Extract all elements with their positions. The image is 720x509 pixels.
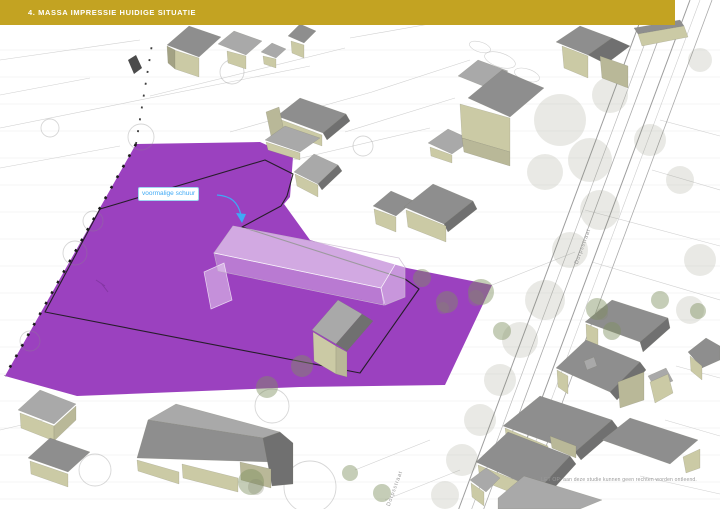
title-banner: 4. MASSA IMPRESSIE HUIDIGE SITUATIE [0, 0, 675, 25]
scene-svg: Dorpsstraat Dorpsstraat [0, 0, 720, 509]
building-3d-notch-house [294, 154, 342, 197]
building-3d-northeast [556, 26, 630, 88]
building-3d-west [265, 98, 350, 160]
building-3d-south-barn [137, 404, 293, 492]
massing-impression-canvas: Dorpsstraat Dorpsstraat 4. MASSA IMPRESS… [0, 0, 720, 509]
annotation-label: voormalige schuur [138, 187, 199, 201]
banner-title: 4. MASSA IMPRESSIE HUIDIGE SITUATIE [28, 8, 196, 17]
disclaimer-text: LET OP: aan deze studie kunnen geen rech… [541, 477, 697, 483]
building-3d-north-pair [373, 184, 477, 242]
boundary-mark [128, 55, 142, 74]
building-3d-north-large [458, 60, 544, 166]
